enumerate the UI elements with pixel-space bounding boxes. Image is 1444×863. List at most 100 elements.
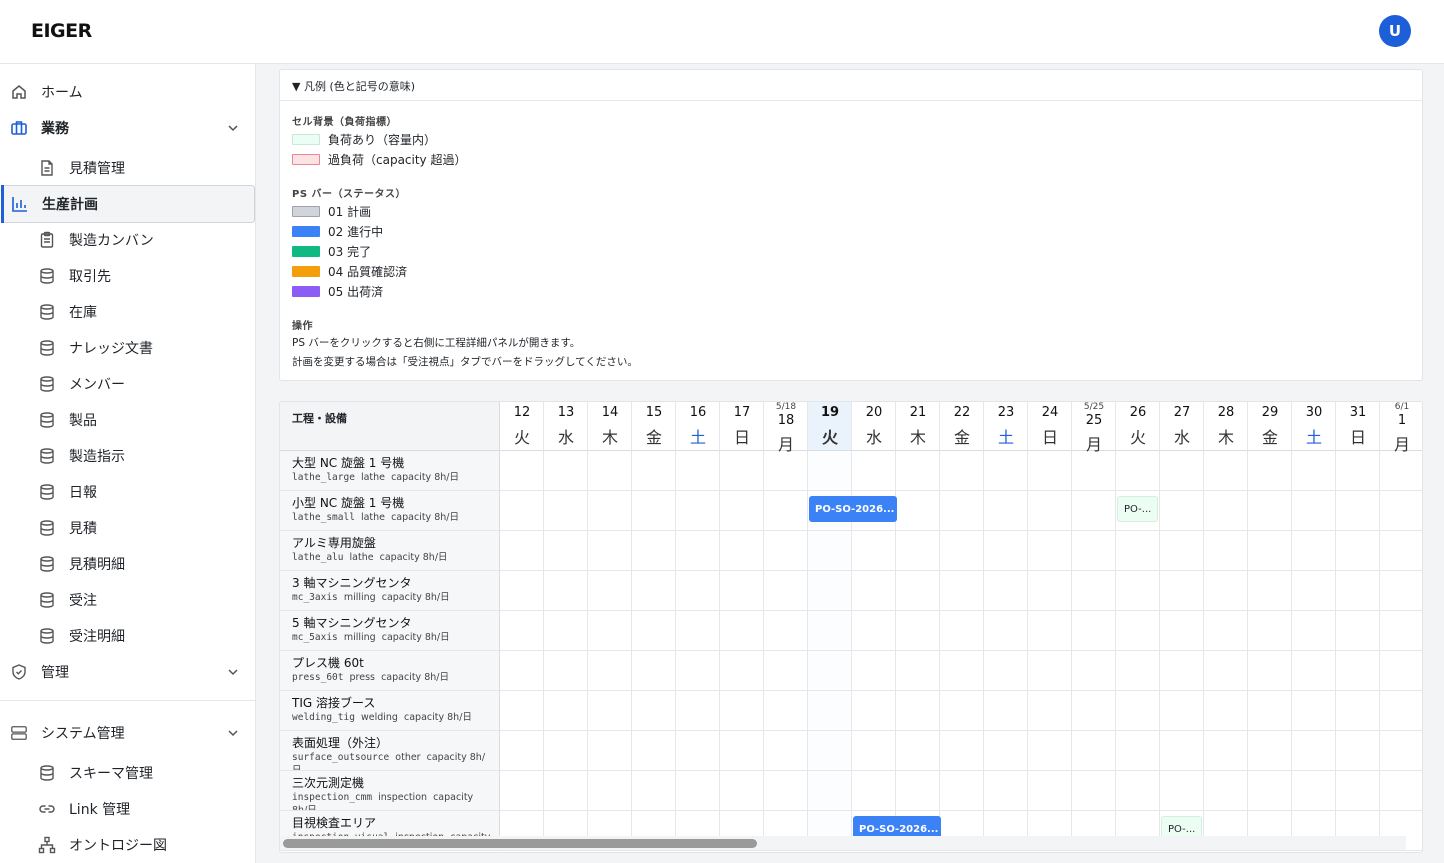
- ps-bar[interactable]: PO-SO-2026...: [809, 496, 897, 522]
- schedule-cell[interactable]: [1116, 451, 1160, 491]
- schedule-cell[interactable]: [632, 651, 676, 691]
- schedule-cell[interactable]: [984, 491, 1028, 531]
- equipment-row-label[interactable]: 小型 NC 旋盤 1 号機 lathe_small lathe capacity …: [280, 491, 500, 531]
- schedule-cell[interactable]: [720, 611, 764, 651]
- schedule-cell[interactable]: [500, 571, 544, 611]
- schedule-cell[interactable]: [1028, 491, 1072, 531]
- schedule-cell[interactable]: [720, 491, 764, 531]
- schedule-cell[interactable]: [764, 571, 808, 611]
- schedule-cell[interactable]: [632, 731, 676, 771]
- schedule-cell[interactable]: [544, 571, 588, 611]
- sidebar-item-4[interactable]: メンバー: [0, 366, 256, 402]
- schedule-cell[interactable]: [720, 531, 764, 571]
- schedule-cell[interactable]: [544, 611, 588, 651]
- equipment-row-label[interactable]: 三次元測定機 inspection_cmm inspection capacity…: [280, 771, 500, 811]
- schedule-cell[interactable]: [632, 451, 676, 491]
- schedule-cell[interactable]: [1204, 691, 1248, 731]
- legend-toggle[interactable]: ▼ 凡例 (色と記号の意味): [280, 70, 1422, 101]
- schedule-cell[interactable]: [764, 651, 808, 691]
- schedule-cell[interactable]: [764, 451, 808, 491]
- schedule-cell[interactable]: [896, 611, 940, 651]
- schedule-cell[interactable]: [984, 451, 1028, 491]
- schedule-cell[interactable]: [1292, 731, 1336, 771]
- schedule-cell[interactable]: [1380, 731, 1422, 771]
- schedule-cell[interactable]: [1116, 731, 1160, 771]
- schedule-cell[interactable]: [1160, 651, 1204, 691]
- schedule-cell[interactable]: [1336, 451, 1380, 491]
- sidebar-group-admin[interactable]: 管理: [0, 654, 256, 690]
- equipment-row-label[interactable]: 5 軸マシニングセンタ mc_5axis milling capacity 8h/…: [280, 611, 500, 651]
- schedule-cell[interactable]: [544, 531, 588, 571]
- schedule-cell[interactable]: [764, 531, 808, 571]
- schedule-cell[interactable]: [1072, 611, 1116, 651]
- sidebar-item-ontology[interactable]: オントロジー図: [0, 827, 256, 863]
- schedule-cell[interactable]: [896, 691, 940, 731]
- sidebar-group-business[interactable]: 業務: [0, 110, 256, 146]
- schedule-cell[interactable]: [896, 771, 940, 811]
- sidebar-item-home[interactable]: ホーム: [0, 74, 256, 110]
- schedule-cell[interactable]: [1072, 731, 1116, 771]
- sidebar-item-link-mgmt[interactable]: Link 管理: [0, 791, 256, 827]
- schedule-cell[interactable]: [940, 451, 984, 491]
- schedule-cell[interactable]: [1116, 651, 1160, 691]
- schedule-cell[interactable]: [676, 691, 720, 731]
- schedule-cell[interactable]: [1204, 451, 1248, 491]
- schedule-cell[interactable]: [940, 651, 984, 691]
- schedule-cell[interactable]: [1380, 571, 1422, 611]
- schedule-cell[interactable]: [632, 771, 676, 811]
- schedule-cell[interactable]: [1204, 731, 1248, 771]
- schedule-cell[interactable]: [1248, 651, 1292, 691]
- sidebar-item-2[interactable]: 在庫: [0, 294, 256, 330]
- schedule-cell[interactable]: [1160, 731, 1204, 771]
- sidebar-item-9[interactable]: 見積明細: [0, 546, 256, 582]
- schedule-cell[interactable]: [1380, 611, 1422, 651]
- schedule-cell[interactable]: [896, 651, 940, 691]
- schedule-cell[interactable]: [896, 571, 940, 611]
- schedule-cell[interactable]: [1204, 611, 1248, 651]
- schedule-cell[interactable]: [852, 651, 896, 691]
- schedule-cell[interactable]: [632, 571, 676, 611]
- schedule-cell[interactable]: [1028, 771, 1072, 811]
- schedule-cell[interactable]: [852, 611, 896, 651]
- schedule-cell[interactable]: [720, 451, 764, 491]
- schedule-cell[interactable]: [1292, 611, 1336, 651]
- schedule-cell[interactable]: [896, 531, 940, 571]
- schedule-cell[interactable]: [1248, 451, 1292, 491]
- schedule-cell[interactable]: [500, 771, 544, 811]
- schedule-cell[interactable]: [500, 611, 544, 651]
- schedule-cell[interactable]: [1072, 651, 1116, 691]
- schedule-cell[interactable]: [852, 691, 896, 731]
- schedule-cell[interactable]: [1292, 651, 1336, 691]
- schedule-cell[interactable]: [588, 611, 632, 651]
- schedule-cell[interactable]: [1116, 611, 1160, 651]
- schedule-cell[interactable]: [1160, 691, 1204, 731]
- schedule-cell[interactable]: [544, 491, 588, 531]
- schedule-cell[interactable]: [1292, 531, 1336, 571]
- sidebar-item-5[interactable]: 製品: [0, 402, 256, 438]
- schedule-cell[interactable]: [588, 451, 632, 491]
- schedule-cell[interactable]: [1336, 611, 1380, 651]
- schedule-cell[interactable]: [1336, 531, 1380, 571]
- schedule-cell[interactable]: [1336, 771, 1380, 811]
- schedule-cell[interactable]: [808, 571, 852, 611]
- schedule-cell[interactable]: [544, 691, 588, 731]
- schedule-cell[interactable]: [588, 731, 632, 771]
- schedule-cell[interactable]: [1116, 771, 1160, 811]
- schedule-cell[interactable]: [764, 611, 808, 651]
- schedule-cell[interactable]: [588, 771, 632, 811]
- schedule-cell[interactable]: [676, 651, 720, 691]
- schedule-cell[interactable]: [500, 651, 544, 691]
- schedule-cell[interactable]: [1160, 571, 1204, 611]
- schedule-cell[interactable]: [676, 771, 720, 811]
- schedule-cell[interactable]: [940, 731, 984, 771]
- schedule-cell[interactable]: [1028, 571, 1072, 611]
- schedule-cell[interactable]: [1248, 691, 1292, 731]
- schedule-cell[interactable]: [676, 531, 720, 571]
- schedule-cell[interactable]: [1160, 771, 1204, 811]
- schedule-cell[interactable]: [764, 771, 808, 811]
- schedule-cell[interactable]: [940, 771, 984, 811]
- schedule-cell[interactable]: [1072, 691, 1116, 731]
- schedule-cell[interactable]: [1380, 771, 1422, 811]
- schedule-cell[interactable]: [1028, 651, 1072, 691]
- schedule-cell[interactable]: [852, 771, 896, 811]
